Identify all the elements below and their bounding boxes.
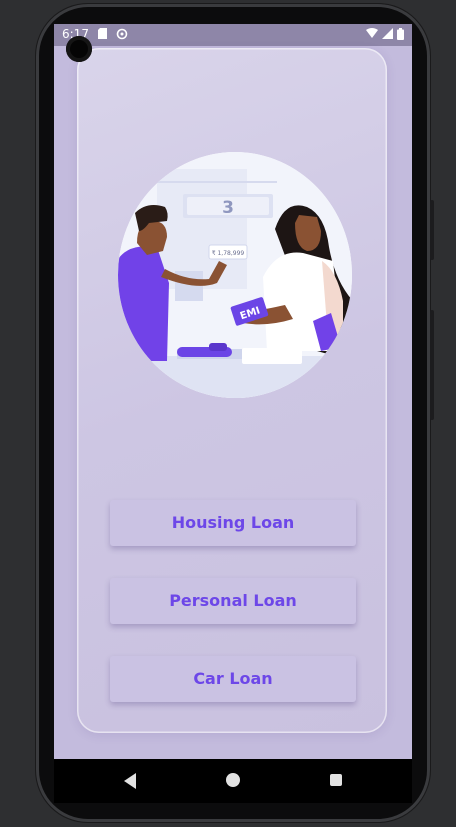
app-screen: 6:17 3 ₹ 1,78,999 EMI Housing Loan Perso… xyxy=(54,24,412,759)
queue-number: 3 xyxy=(222,198,234,218)
back-icon[interactable] xyxy=(124,773,136,789)
status-bar: 6:17 xyxy=(54,24,412,46)
signal-icon xyxy=(382,28,393,43)
wifi-icon xyxy=(366,28,378,43)
volume-button xyxy=(430,310,434,420)
price-tag: ₹ 1,78,999 xyxy=(212,250,245,257)
recents-icon[interactable] xyxy=(330,774,342,786)
personal-loan-button[interactable]: Personal Loan xyxy=(110,578,356,624)
power-button xyxy=(430,200,434,260)
car-loan-button[interactable]: Car Loan xyxy=(110,656,356,702)
front-camera xyxy=(66,36,92,62)
system-nav-bar xyxy=(54,759,412,803)
battery-icon xyxy=(397,28,404,44)
emi-illustration: 3 ₹ 1,78,999 EMI xyxy=(118,152,352,398)
sync-icon xyxy=(116,28,128,44)
housing-loan-button[interactable]: Housing Loan xyxy=(110,500,356,546)
sd-card-icon xyxy=(98,28,107,43)
loan-card: 3 ₹ 1,78,999 EMI Housing Loan Personal L… xyxy=(77,48,387,733)
home-icon[interactable] xyxy=(226,773,240,787)
